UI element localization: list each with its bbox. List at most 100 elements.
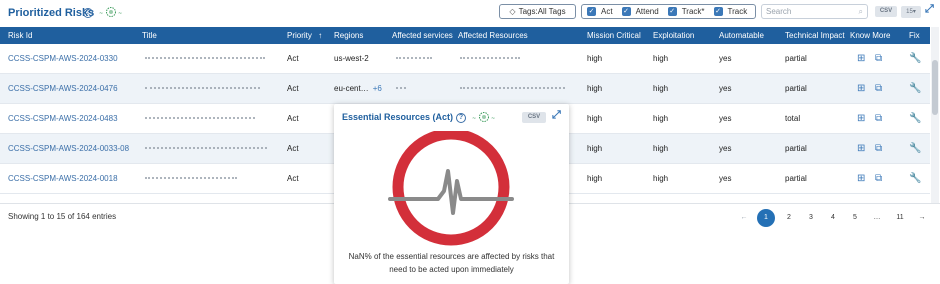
popup-title: Essential Resources (Act) [342,112,454,122]
checkbox-checked-icon: ✓ [587,7,596,16]
prev-page-button[interactable]: ← [735,209,753,227]
table-row[interactable]: CCSS-CSPM-AWS-2024-0476 Act eu-cent… +6 h… [0,74,930,104]
svg-text:~: ~ [118,11,122,17]
automatable-value: yes [719,114,732,123]
page-4-button[interactable]: 4 [824,209,842,227]
technical-impact-value: total [785,114,801,123]
priority-value: Act [287,54,299,63]
col-mission-critical[interactable]: Mission Critical [587,31,641,40]
next-page-button[interactable]: → [913,209,931,227]
page-11-button[interactable]: 11 [891,209,909,227]
hierarchy-icon[interactable]: ⊞ [857,173,865,184]
technical-impact-value: partial [785,144,807,153]
wrench-icon[interactable]: 🔧 [909,53,921,64]
title-redacted [145,57,265,60]
page-2-button[interactable]: 2 [780,209,798,227]
external-link-icon[interactable]: ⧉ [875,173,882,184]
filter-attend-checkbox[interactable]: ✓ Attend [621,7,659,16]
external-link-icon[interactable]: ⧉ [875,113,882,124]
risk-id-link[interactable]: CCSS-CSPM-AWS-2024-0018 [8,174,118,183]
page-title: Prioritized Risks [8,7,95,19]
wrench-icon[interactable]: 🔧 [909,143,921,154]
col-priority-label: Priority [287,31,312,40]
col-technical-impact[interactable]: Technical Impact [785,31,845,40]
panel-header: Prioritized Risks ? ~ ~ ◇ Tags:All Tags … [0,0,940,27]
technical-impact-value: partial [785,174,807,183]
external-link-icon[interactable]: ⧉ [875,143,882,154]
expand-icon[interactable]: ⤢ [925,3,934,16]
col-automatable[interactable]: Automatable [719,31,764,40]
priority-filter-group: ✓ Act ✓ Attend ✓ Track* ✓ Track [581,4,756,19]
filter-track-star-checkbox[interactable]: ✓ Track* [667,7,705,16]
search-placeholder: Search [766,7,792,16]
svg-text:~: ~ [491,116,495,122]
search-input[interactable]: Search ⌕ [761,4,868,19]
tag-icon: ◇ [509,7,516,16]
wrench-icon[interactable]: 🔧 [909,173,921,184]
page-1-button[interactable]: 1 [757,209,775,227]
table-row[interactable]: CCSS-CSPM-AWS-2024-0330 Act us-west-2 hi… [0,44,930,74]
risk-id-link[interactable]: CCSS-CSPM-AWS-2024-0330 [8,54,118,63]
checkbox-checked-icon: ✓ [667,7,677,16]
popup-line-2: need to be acted upon immediately [389,265,514,274]
hierarchy-icon[interactable]: ⊞ [857,53,865,64]
hierarchy-icon[interactable]: ⊞ [857,113,865,124]
col-know-more: Know More [850,31,891,40]
tags-filter-button[interactable]: ◇ Tags:All Tags [499,4,576,19]
page-5-button[interactable]: 5 [846,209,864,227]
mission-critical-value: high [587,84,603,93]
exploitation-value: high [653,114,669,123]
globe-tag-icon: ~ ~ [99,7,122,17]
tags-filter-label: Tags:All Tags [518,7,566,16]
wrench-icon[interactable]: 🔧 [909,113,921,124]
filter-track-checkbox[interactable]: ✓ Track [713,7,748,16]
automatable-value: yes [719,84,732,93]
page-size-select[interactable]: 15▾ [901,6,921,18]
col-affected-resources[interactable]: Affected Resources [458,31,528,40]
popup-description: NaN% of the essential resources are affe… [334,250,569,276]
external-link-icon[interactable]: ⧉ [875,53,882,64]
mission-critical-value: high [587,114,603,123]
services-redacted [396,87,406,90]
col-regions[interactable]: Regions [334,31,363,40]
technical-impact-value: partial [785,54,807,63]
col-title[interactable]: Title [142,31,157,40]
svg-text:~: ~ [99,11,103,17]
hierarchy-icon[interactable]: ⊞ [857,83,865,94]
table-scrollbar[interactable] [931,27,939,203]
chevron-down-icon: ▾ [912,9,916,15]
title-redacted [145,117,255,120]
region-more-badge[interactable]: +6 [373,84,382,93]
expand-icon[interactable]: ⤢ [552,109,561,122]
col-priority[interactable]: Priority ↑ [287,31,322,40]
csv-export-button[interactable]: CSV [875,6,897,17]
priority-value: Act [287,84,299,93]
risk-id-link[interactable]: CCSS-CSPM-AWS-2024-0476 [8,84,118,93]
wrench-icon[interactable]: 🔧 [909,83,921,94]
popup-line-1: NaN% of the essential resources are affe… [348,252,555,261]
exploitation-value: high [653,144,669,153]
region-name: eu-cent… [334,84,369,93]
automatable-value: yes [719,54,732,63]
filter-track-label: Track [727,7,748,16]
filter-attend-label: Attend [635,7,659,16]
risk-id-link[interactable]: CCSS-CSPM-AWS-2024-0033-08 [8,144,129,153]
col-risk-id[interactable]: Risk Id [8,31,32,40]
automatable-value: yes [719,174,732,183]
risk-id-link[interactable]: CCSS-CSPM-AWS-2024-0483 [8,114,118,123]
title-redacted [145,87,260,90]
external-link-icon[interactable]: ⧉ [875,83,882,94]
scrollbar-thumb[interactable] [932,60,938,115]
col-affected-services[interactable]: Affected services [392,31,453,40]
help-icon[interactable]: ? [456,113,466,123]
sort-arrow-icon: ↑ [318,31,323,40]
help-icon[interactable]: ? [83,8,93,18]
page-3-button[interactable]: 3 [802,209,820,227]
hierarchy-icon[interactable]: ⊞ [857,143,865,154]
popup-csv-button[interactable]: CSV [522,112,546,123]
col-exploitation[interactable]: Exploitation [653,31,694,40]
checkbox-checked-icon: ✓ [713,7,723,16]
filter-act-label: Act [601,7,613,16]
svg-text:~: ~ [472,116,476,122]
filter-act-checkbox[interactable]: ✓ Act [587,7,613,16]
